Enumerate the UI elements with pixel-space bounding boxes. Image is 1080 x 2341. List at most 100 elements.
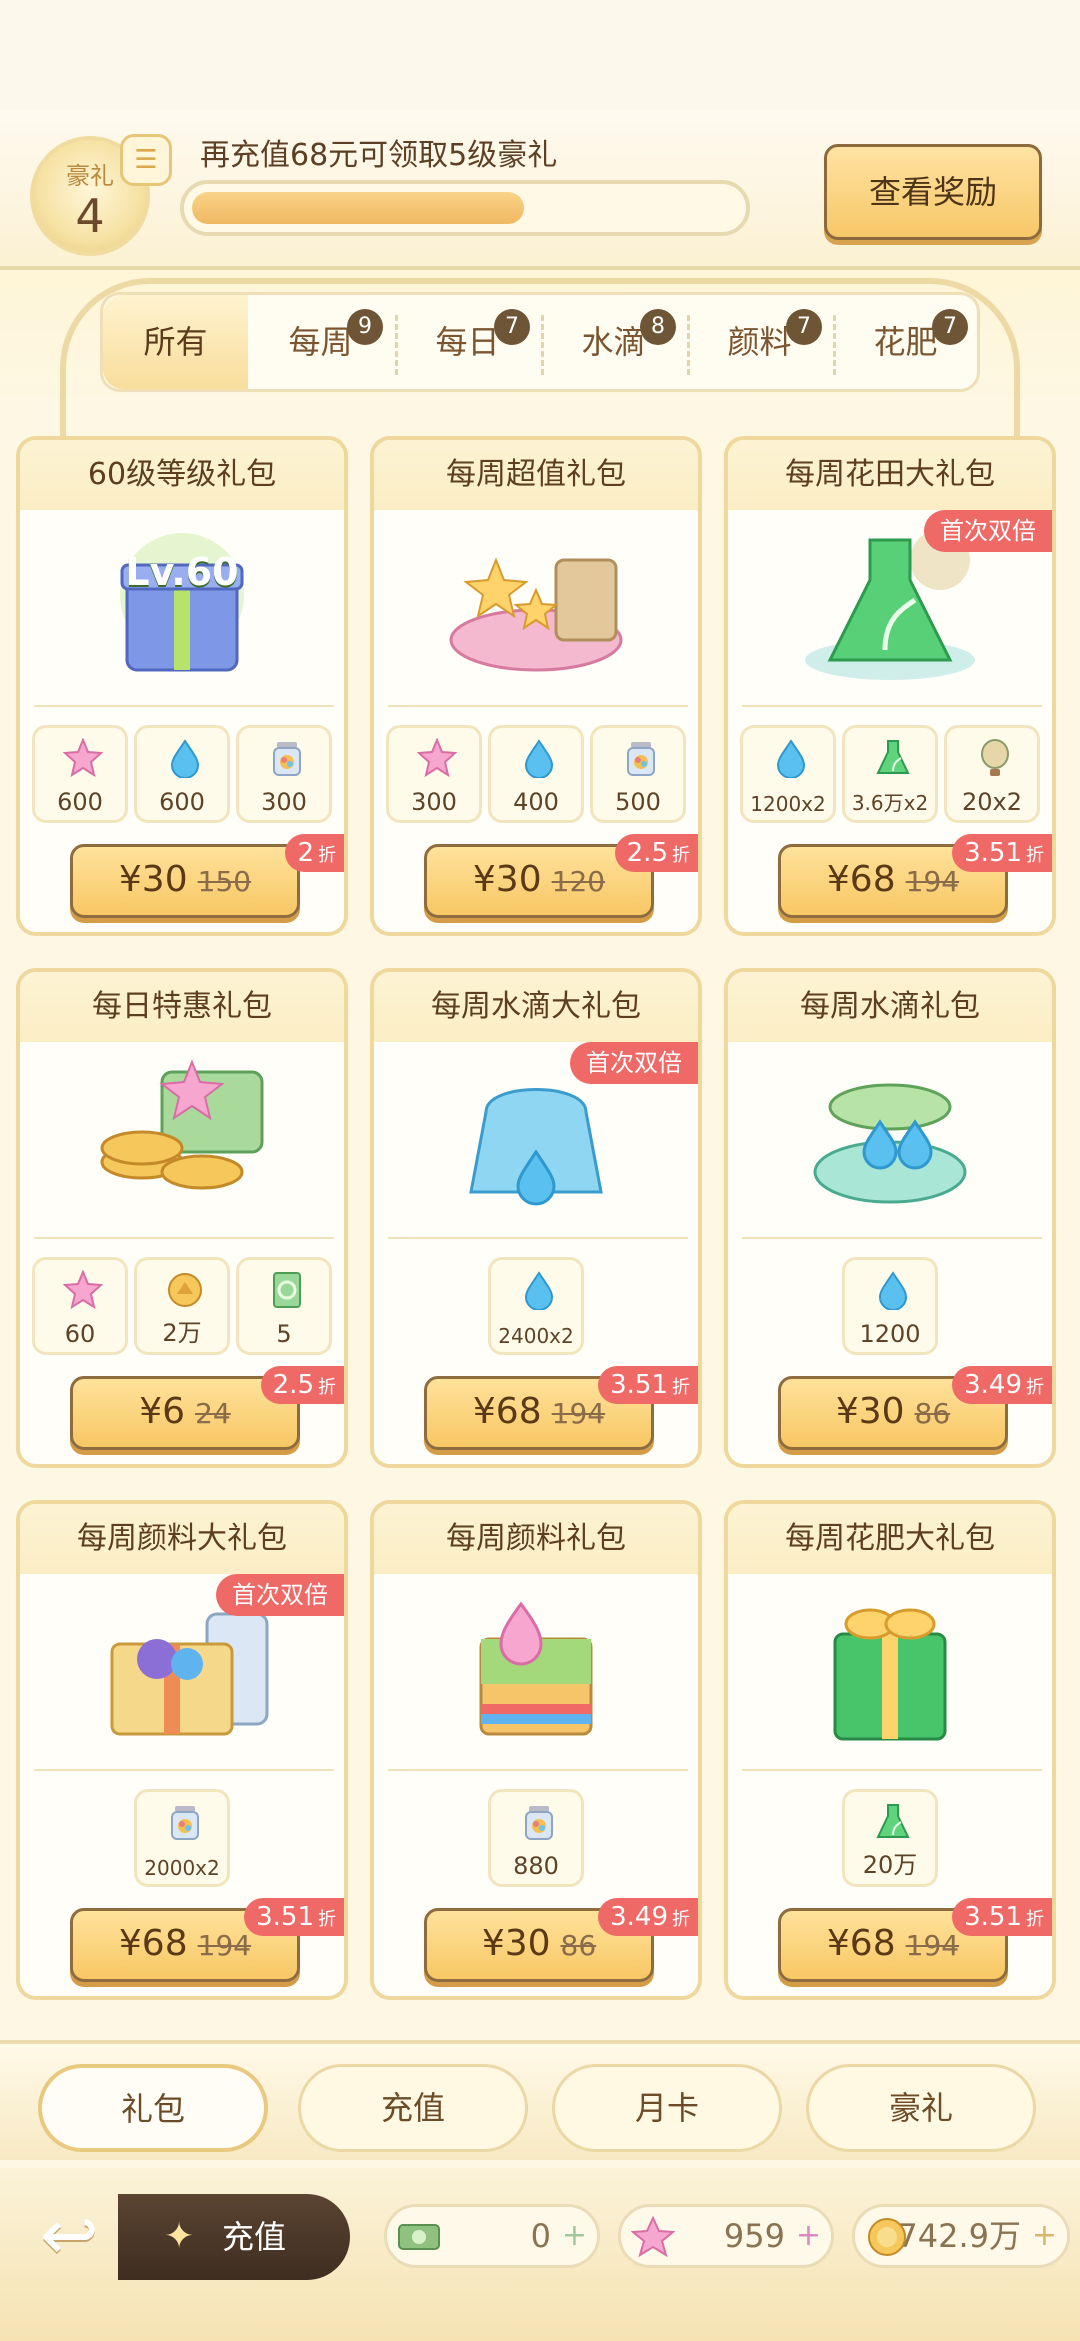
pack-title: 每周超值礼包 [374,440,698,510]
pack-card[interactable]: 每周水滴礼包 1200 ¥30 86 3.49 折 [724,968,1056,1468]
original-price: 194 [905,1929,960,1962]
pack-card[interactable]: 每周花肥大礼包 20万 ¥68 194 3.51 折 [724,1500,1056,2000]
currency-stars[interactable]: 959 + [618,2204,834,2268]
tab-water[interactable]: 水滴 8 [541,295,686,389]
calendar-icon: ☰ [120,134,172,186]
star-currency-icon [631,2215,675,2258]
discount-badge: 2.5 折 [260,1366,344,1404]
pack-title: 60级等级礼包 [20,440,344,510]
add-icon[interactable]: + [796,2207,821,2265]
vip-progress-fill [192,192,524,224]
view-rewards-button[interactable]: 查看奖励 [824,144,1042,240]
paint-bottle-icon [267,738,307,778]
tab-fertilizer[interactable]: 花肥 7 [833,295,978,389]
pack-items: 2000x2 [20,1789,344,1889]
discount-unit: 折 [672,845,690,866]
vip-progress-strip: 豪礼 4 ☰ 再充值68元可领取5级豪礼 查看奖励 [0,110,1080,270]
gold-coins-icon [20,1042,344,1232]
water-drop-icon [165,738,205,779]
first-double-tag: 首次双倍 [570,1042,698,1084]
recharge-button[interactable]: ✦ 充值 [118,2194,350,2280]
original-price: 194 [197,1929,252,1962]
category-tabs: 所有 每周 9 每日 7 水滴 8 颜料 7 花肥 7 [100,292,980,392]
fertilizer-flask-icon [873,738,913,778]
tab-daily[interactable]: 每日 7 [395,295,540,389]
reward-quantity: 500 [615,788,661,816]
pack-title: 每周花田大礼包 [728,440,1052,510]
reward-item[interactable]: 880 [488,1789,584,1887]
reward-quantity: 20万 [862,1851,918,1879]
paint-bottle-icon [165,1802,205,1842]
pack-card[interactable]: 每周水滴大礼包 首次双倍 2400x2 ¥68 194 3.51 折 [370,968,702,1468]
tab-count-badge: 8 [640,309,676,345]
reward-item[interactable]: 300 [386,725,482,823]
reward-item[interactable]: 20x2 [944,725,1040,823]
discount-value: 3.51 [610,1370,668,1400]
tab-label: 每日 [435,323,500,361]
tab-label: 每周 [288,323,353,361]
reward-quantity: 1200 [859,1320,921,1348]
price: ¥68 [826,859,896,900]
pack-card[interactable]: 每日特惠礼包 60 2万 5 ¥6 24 2.5 折 [16,968,348,1468]
tab-weekly[interactable]: 每周 9 [248,295,393,389]
pack-card[interactable]: 每周花田大礼包 首次双倍 1200x2 3.6万x2 20x2 ¥68 194 3.51 折 [724,436,1056,936]
gold-coin-currency-icon [868,2218,906,2256]
pack-items: 60 2万 5 [20,1257,344,1357]
original-price: 86 [914,1397,951,1430]
pack-card[interactable]: 每周颜料大礼包 首次双倍 2000x2 ¥68 194 3.51 折 [16,1500,348,2000]
green-ticket-icon [267,1270,307,1310]
reward-item[interactable]: 400 [488,725,584,823]
reward-item[interactable]: 300 [236,725,332,823]
pack-title: 每周颜料大礼包 [20,1504,344,1574]
reward-quantity: 300 [411,788,457,816]
currency-cash[interactable]: 0 + [384,2204,600,2268]
pack-items: 2400x2 [374,1257,698,1357]
add-icon[interactable]: + [1032,2207,1057,2265]
discount-value: 2 [297,838,314,868]
discount-value: 3.49 [610,1902,668,1932]
reward-item[interactable]: 60 [32,1257,128,1355]
reward-item[interactable]: 2万 [134,1257,230,1355]
discount-unit: 折 [1026,1377,1044,1398]
pack-card[interactable]: 60级等级礼包 Lv.60 600 600 300 ¥30 150 2 折 [16,436,348,936]
pack-card[interactable]: 每周颜料礼包 880 ¥30 86 3.49 折 [370,1500,702,2000]
tab-count-badge: 9 [347,309,383,345]
rainbow-gift-box-icon [374,1574,698,1764]
reward-item[interactable]: 600 [32,725,128,823]
vip-message: 再充值68元可领取5级豪礼 [200,138,558,173]
reward-item[interactable]: 20万 [842,1789,938,1887]
reward-item[interactable]: 2000x2 [134,1789,230,1887]
tab-recharge[interactable]: 充值 [298,2064,528,2152]
buy-button[interactable]: ¥30 150 [70,844,300,918]
reward-item[interactable]: 2400x2 [488,1257,584,1355]
reward-item[interactable]: 5 [236,1257,332,1355]
back-arrow-icon[interactable]: ↩ [40,2194,130,2284]
reward-quantity: 880 [513,1852,559,1880]
add-icon[interactable]: + [562,2207,587,2265]
status-bar-area [0,0,1080,110]
discount-unit: 折 [318,1377,336,1398]
tab-vip-gifts[interactable]: 豪礼 [806,2064,1036,2152]
reward-quantity: 2400x2 [498,1324,574,1348]
tab-paint[interactable]: 颜料 7 [687,295,832,389]
reward-item[interactable]: 3.6万x2 [842,725,938,823]
tab-packs[interactable]: 礼包 [38,2064,268,2152]
discount-unit: 折 [1026,845,1044,866]
currency-gold[interactable]: 2742.9万 + [852,2204,1070,2268]
recharge-label: 充值 [222,2218,287,2256]
reward-item[interactable]: 500 [590,725,686,823]
tab-count-badge: 7 [786,309,822,345]
reward-item[interactable]: 1200x2 [740,725,836,823]
water-drop-icon [873,1270,913,1311]
reward-item[interactable]: 1200 [842,1257,938,1355]
reward-item[interactable]: 600 [134,725,230,823]
tab-all[interactable]: 所有 [103,295,248,389]
reward-quantity: 60 [64,1320,96,1348]
fertilizer-flask-icon [873,1802,913,1842]
pack-title: 每日特惠礼包 [20,972,344,1042]
price: ¥68 [118,1923,188,1964]
tab-monthly-card[interactable]: 月卡 [552,2064,782,2152]
divider [388,1769,688,1771]
pack-card[interactable]: 每周超值礼包 300 400 500 ¥30 120 2.5 折 [370,436,702,936]
footer-bar: ↩ ✦ 充值 0 + 959 + 2742.9万 + [0,2168,1080,2341]
